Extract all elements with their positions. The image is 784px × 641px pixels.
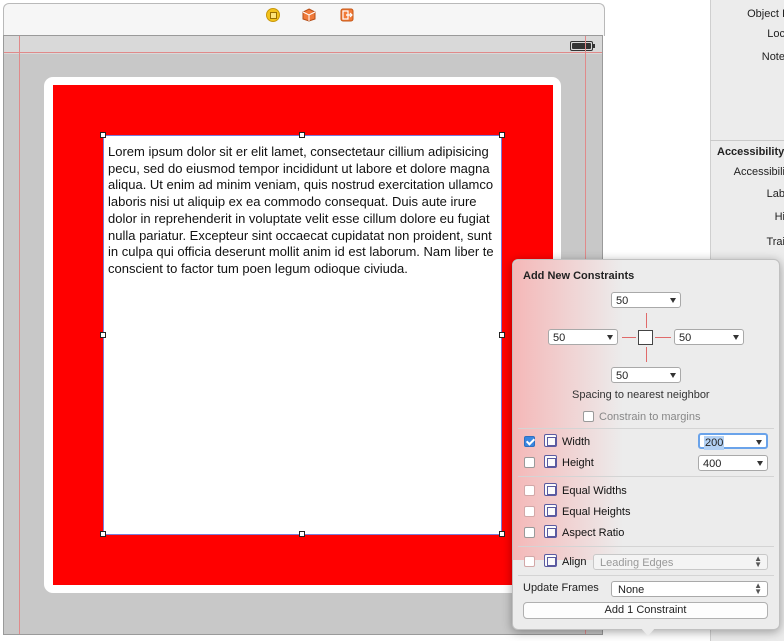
add-constraint-button[interactable]: Add 1 Constraint bbox=[523, 602, 768, 619]
left-spacing-combo[interactable]: 50 bbox=[548, 329, 618, 345]
exit-icon[interactable] bbox=[340, 8, 354, 22]
inspector-label-traits: Trai bbox=[766, 236, 784, 248]
resize-handle-bottom-left[interactable] bbox=[100, 531, 106, 537]
top-spacing-value: 50 bbox=[616, 295, 629, 307]
align-label: Align bbox=[562, 556, 587, 568]
equal-widths-label: Equal Widths bbox=[562, 485, 627, 497]
aspect-ratio-icon bbox=[544, 525, 557, 538]
update-frames-label: Update Frames bbox=[523, 582, 599, 594]
inspector-label-label: Lab bbox=[766, 188, 784, 200]
right-spacing-value: 50 bbox=[679, 332, 692, 344]
updown-chevron-icon: ▲ ▼ bbox=[754, 554, 762, 569]
popover-divider bbox=[518, 476, 774, 477]
popover-divider bbox=[518, 575, 774, 576]
chevron-down-icon[interactable] bbox=[670, 298, 676, 303]
height-value[interactable]: 400 bbox=[703, 457, 721, 471]
align-icon bbox=[544, 554, 557, 567]
updown-chevron-icon: ▲ ▼ bbox=[754, 581, 762, 596]
chevron-down-icon[interactable] bbox=[607, 335, 613, 340]
resize-handle-right[interactable] bbox=[499, 332, 505, 338]
height-combo[interactable]: 400 bbox=[698, 455, 768, 471]
inspector-label-lock: Loc bbox=[767, 28, 784, 40]
resize-handle-top-right[interactable] bbox=[499, 132, 505, 138]
resize-handle-bottom-right[interactable] bbox=[499, 531, 505, 537]
width-label: Width bbox=[562, 436, 591, 448]
resize-handle-bottom[interactable] bbox=[299, 531, 305, 537]
bottom-spacing-value: 50 bbox=[616, 370, 629, 382]
popover-arrow bbox=[640, 627, 656, 636]
inspector-divider bbox=[710, 140, 784, 141]
equal-widths-icon bbox=[544, 483, 557, 496]
resize-handle-left[interactable] bbox=[100, 332, 106, 338]
inspector-label-notes: Note bbox=[761, 51, 784, 63]
left-spacing-value: 50 bbox=[553, 332, 566, 344]
align-checkbox[interactable] bbox=[524, 556, 535, 567]
chevron-down-icon[interactable] bbox=[757, 461, 763, 466]
aspect-ratio-checkbox[interactable] bbox=[524, 527, 535, 538]
top-constraint-strut[interactable] bbox=[646, 313, 647, 328]
first-responder-icon[interactable] bbox=[302, 8, 316, 22]
popover-title: Add New Constraints bbox=[523, 270, 635, 282]
inspector-section-accessibility: Accessibility bbox=[717, 146, 784, 158]
update-frames-value: None bbox=[618, 584, 645, 596]
chevron-down-icon[interactable] bbox=[670, 373, 676, 378]
chevron-down-icon[interactable] bbox=[756, 440, 762, 445]
align-value: Leading Edges bbox=[600, 557, 674, 569]
popover-divider bbox=[518, 546, 774, 547]
width-checkbox[interactable] bbox=[524, 436, 535, 447]
view-controller-icon[interactable] bbox=[266, 8, 280, 22]
layout-guide-top bbox=[4, 52, 602, 53]
align-select[interactable]: Leading Edges ▲ ▼ bbox=[593, 554, 768, 570]
update-frames-select[interactable]: None ▲ ▼ bbox=[611, 581, 768, 597]
popover-divider bbox=[518, 428, 774, 429]
equal-heights-icon bbox=[544, 504, 557, 517]
right-constraint-strut[interactable] bbox=[655, 337, 671, 338]
chevron-down-icon[interactable] bbox=[733, 335, 739, 340]
width-constraint-icon bbox=[544, 434, 557, 447]
top-spacing-combo[interactable]: 50 bbox=[611, 292, 681, 308]
layout-margin-left bbox=[19, 36, 20, 634]
inspector-label-accessibility-toggle: Accessibili bbox=[733, 166, 784, 178]
resize-handle-top[interactable] bbox=[299, 132, 305, 138]
lorem-text: Lorem ipsum dolor sit er elit lamet, con… bbox=[108, 144, 494, 276]
height-constraint-icon bbox=[544, 455, 557, 468]
right-spacing-combo[interactable]: 50 bbox=[674, 329, 744, 345]
selected-view-square bbox=[638, 330, 653, 345]
equal-widths-checkbox[interactable] bbox=[524, 485, 535, 496]
height-checkbox[interactable] bbox=[524, 457, 535, 468]
resize-handle-top-left[interactable] bbox=[100, 132, 106, 138]
left-constraint-strut[interactable] bbox=[622, 337, 636, 338]
bottom-constraint-strut[interactable] bbox=[646, 347, 647, 362]
constrain-margins-label: Constrain to margins bbox=[599, 411, 701, 423]
bottom-spacing-combo[interactable]: 50 bbox=[611, 367, 681, 383]
inspector-label-object: Object I bbox=[747, 8, 784, 20]
constrain-margins-checkbox[interactable] bbox=[583, 411, 594, 422]
aspect-ratio-label: Aspect Ratio bbox=[562, 527, 625, 539]
inspector-label-hint: Hi bbox=[774, 211, 784, 223]
battery-icon bbox=[570, 41, 595, 51]
width-value[interactable]: 200 bbox=[704, 436, 725, 450]
equal-heights-label: Equal Heights bbox=[562, 506, 631, 518]
spacing-caption: Spacing to nearest neighbor bbox=[572, 389, 710, 401]
width-combo[interactable]: 200 bbox=[698, 433, 768, 450]
equal-heights-checkbox[interactable] bbox=[524, 506, 535, 517]
height-label: Height bbox=[562, 457, 594, 469]
